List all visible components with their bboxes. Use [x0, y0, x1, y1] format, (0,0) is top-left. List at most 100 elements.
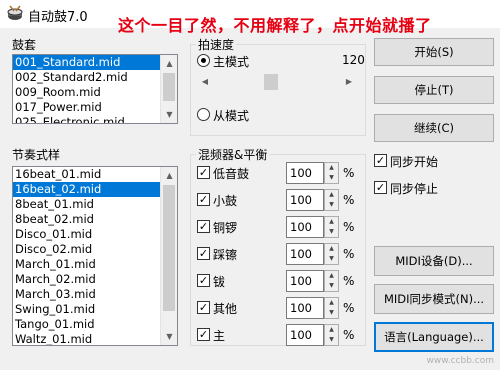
- stop-button[interactable]: 停止(T): [374, 76, 494, 104]
- spin-up-icon[interactable]: ▲: [325, 325, 338, 335]
- drum-set-label: 鼓套: [12, 38, 37, 52]
- mixer-channel-checkbox[interactable]: ✓: [197, 193, 210, 206]
- rhythm-item[interactable]: Waltz_01.mid: [13, 332, 160, 345]
- rhythm-item[interactable]: March_02.mid: [13, 272, 160, 287]
- sync-start-checkbox[interactable]: ✓: [374, 154, 387, 167]
- mixer-channel-checkbox[interactable]: ✓: [197, 166, 210, 179]
- spin-up-icon[interactable]: ▲: [325, 217, 338, 227]
- drum-set-item[interactable]: 001_Standard.mid: [13, 55, 160, 70]
- scroll-up-icon[interactable]: ▲: [161, 55, 177, 72]
- spin-up-icon[interactable]: ▲: [325, 190, 338, 200]
- checkmark-icon: ✓: [198, 301, 209, 314]
- spin-up-icon[interactable]: ▲: [325, 244, 338, 254]
- rhythm-scrollbar[interactable]: ▲ ▼: [160, 167, 177, 345]
- rhythm-item[interactable]: 16beat_02.mid: [13, 182, 160, 197]
- rhythm-item[interactable]: 8beat_02.mid: [13, 212, 160, 227]
- spin-down-icon[interactable]: ▼: [325, 173, 338, 183]
- window-title: 自动鼓7.0: [28, 10, 88, 25]
- mixer-channel-label: 主: [213, 329, 226, 343]
- drum-set-item[interactable]: 009_Room.mid: [13, 85, 160, 100]
- mixer-channel-label: 小鼓: [213, 194, 238, 208]
- annotation-banner: 这个一目了然，不用解释了，点开始就播了: [118, 16, 432, 35]
- scroll-thumb[interactable]: [163, 185, 175, 311]
- sync-stop-label: 同步停止: [390, 182, 439, 196]
- mixer-volume-input[interactable]: 100: [286, 243, 324, 265]
- slave-mode-radio[interactable]: [197, 108, 210, 121]
- mixer-channel-label: 铜锣: [213, 221, 238, 235]
- drum-set-listbox[interactable]: 001_Standard.mid 002_Standard2.mid 009_Roo…: [12, 54, 178, 124]
- drum-set-item[interactable]: 002_Standard2.mid: [13, 70, 160, 85]
- rhythm-item[interactable]: Disco_01.mid: [13, 227, 160, 242]
- spin-down-icon[interactable]: ▼: [325, 335, 338, 345]
- scroll-right-icon[interactable]: ▶: [342, 74, 356, 90]
- spin-down-icon[interactable]: ▼: [325, 308, 338, 318]
- mixer-volume-input[interactable]: 100: [286, 189, 324, 211]
- drum-app-icon: [7, 5, 23, 20]
- sync-stop-checkbox[interactable]: ✓: [374, 181, 387, 194]
- midi-device-button[interactable]: MIDI设备(D)...: [374, 246, 494, 276]
- master-mode-radio[interactable]: [197, 54, 210, 67]
- drum-set-item[interactable]: 025_Electronic.mid: [13, 115, 160, 123]
- midi-sync-button[interactable]: MIDI同步模式(N)...: [374, 284, 494, 314]
- mixer-channel-label: 低音鼓: [213, 167, 250, 181]
- mixer-channel-checkbox[interactable]: ✓: [197, 247, 210, 260]
- mixer-volume-spinner[interactable]: ▲ ▼: [324, 270, 339, 292]
- continue-button[interactable]: 继续(C): [374, 114, 494, 142]
- tempo-slider-thumb[interactable]: [264, 74, 278, 90]
- mixer-channel-label: 踩镲: [213, 248, 238, 262]
- mixer-volume-spinner[interactable]: ▲ ▼: [324, 189, 339, 211]
- scroll-thumb[interactable]: [163, 73, 175, 101]
- mixer-channel-checkbox[interactable]: ✓: [197, 301, 210, 314]
- spin-up-icon[interactable]: ▲: [325, 163, 338, 173]
- mixer-unit-label: %: [343, 328, 355, 342]
- spin-down-icon[interactable]: ▼: [325, 254, 338, 264]
- mixer-group-title: 混频器&平衡: [196, 146, 270, 163]
- checkmark-icon: ✓: [198, 247, 209, 260]
- scroll-down-icon[interactable]: ▼: [161, 328, 177, 345]
- rhythm-item[interactable]: Disco_02.mid: [13, 242, 160, 257]
- mixer-unit-label: %: [343, 274, 355, 288]
- mixer-volume-input[interactable]: 100: [286, 297, 324, 319]
- scroll-down-icon[interactable]: ▼: [161, 106, 177, 123]
- mixer-unit-label: %: [343, 166, 355, 180]
- checkmark-icon: ✓: [198, 166, 209, 179]
- rhythm-item[interactable]: March_03.mid: [13, 287, 160, 302]
- radio-selected-dot: [201, 58, 206, 63]
- mixer-channel-checkbox[interactable]: ✓: [197, 274, 210, 287]
- mixer-volume-spinner[interactable]: ▲ ▼: [324, 162, 339, 184]
- mixer-volume-input[interactable]: 100: [286, 162, 324, 184]
- spin-up-icon[interactable]: ▲: [325, 298, 338, 308]
- scroll-up-icon[interactable]: ▲: [161, 167, 177, 184]
- start-button[interactable]: 开始(S): [374, 38, 494, 66]
- checkmark-icon: ✓: [375, 154, 386, 167]
- sync-start-label: 同步开始: [390, 155, 439, 169]
- rhythm-item[interactable]: March_01.mid: [13, 257, 160, 272]
- rhythm-item[interactable]: 16beat_01.mid: [13, 167, 160, 182]
- rhythm-item[interactable]: Tango_01.mid: [13, 317, 160, 332]
- drum-set-item[interactable]: 017_Power.mid: [13, 100, 160, 115]
- tempo-value: 120: [342, 53, 365, 67]
- mixer-volume-input[interactable]: 100: [286, 216, 324, 238]
- mixer-unit-label: %: [343, 301, 355, 315]
- spin-down-icon[interactable]: ▼: [325, 200, 338, 210]
- mixer-volume-spinner[interactable]: ▲ ▼: [324, 324, 339, 346]
- mixer-channel-label: 其他: [213, 302, 238, 316]
- spin-down-icon[interactable]: ▼: [325, 227, 338, 237]
- mixer-channel-checkbox[interactable]: ✓: [197, 328, 210, 341]
- spin-down-icon[interactable]: ▼: [325, 281, 338, 291]
- tempo-scrollbar[interactable]: ◀ ▶: [198, 72, 356, 92]
- mixer-volume-input[interactable]: 100: [286, 270, 324, 292]
- mixer-volume-spinner[interactable]: ▲ ▼: [324, 297, 339, 319]
- language-button[interactable]: 语言(Language)...: [374, 322, 494, 352]
- scroll-left-icon[interactable]: ◀: [198, 74, 212, 90]
- mixer-volume-spinner[interactable]: ▲ ▼: [324, 243, 339, 265]
- mixer-channel-checkbox[interactable]: ✓: [197, 220, 210, 233]
- rhythm-listbox[interactable]: 16beat_01.mid 16beat_02.mid 8beat_01.mid 8b…: [12, 166, 178, 346]
- rhythm-item[interactable]: Swing_01.mid: [13, 302, 160, 317]
- mixer-volume-input[interactable]: 100: [286, 324, 324, 346]
- mixer-volume-spinner[interactable]: ▲ ▼: [324, 216, 339, 238]
- drum-set-scrollbar[interactable]: ▲ ▼: [160, 55, 177, 123]
- mixer-unit-label: %: [343, 193, 355, 207]
- spin-up-icon[interactable]: ▲: [325, 271, 338, 281]
- rhythm-item[interactable]: 8beat_01.mid: [13, 197, 160, 212]
